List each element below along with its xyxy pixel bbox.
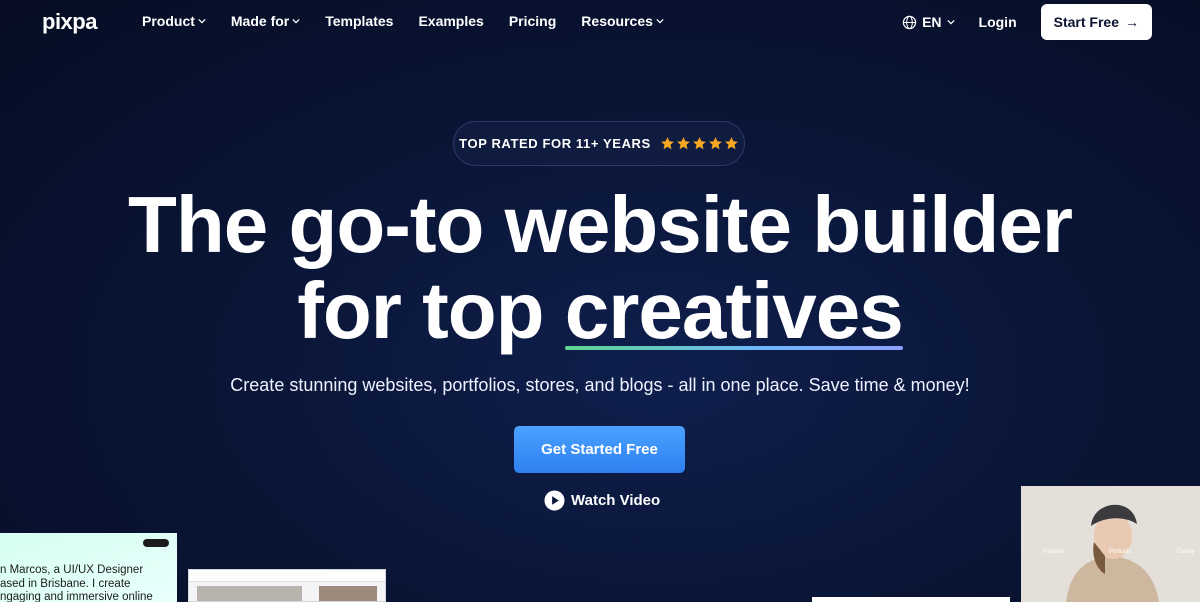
photographer-preview-card: Fashion Portraits Family <box>1021 486 1200 602</box>
category-tag: Family <box>1177 549 1195 555</box>
preview-text: n Marcos, a UI/UX Designer ased in Brisb… <box>0 564 153 602</box>
start-free-label: Start Free <box>1053 14 1119 30</box>
headline-highlight: creatives <box>564 266 904 355</box>
preview-browser-bar <box>189 570 385 582</box>
portfolio-preview-card: n Marcos, a UI/UX Designer ased in Brisb… <box>0 533 177 602</box>
watch-video-label: Watch Video <box>571 492 661 509</box>
menu-item-examples[interactable]: Examples <box>418 13 483 29</box>
portrait-image <box>1021 486 1200 602</box>
hero-headline: The go-to website builder for top creati… <box>0 182 1200 354</box>
cta-label: Get Started Free <box>541 441 658 458</box>
get-started-free-button[interactable]: Get Started Free <box>514 426 685 473</box>
menu-item-resources[interactable]: Resources <box>581 13 664 29</box>
menu-item-label: Resources <box>581 13 653 29</box>
login-link[interactable]: Login <box>979 14 1017 30</box>
main-menu: Product Made for Templates Examples Pric… <box>142 13 664 29</box>
preview-menu-pill <box>143 539 169 547</box>
preview-image <box>319 586 377 601</box>
headline-highlight-word: creatives <box>564 266 904 355</box>
menu-item-pricing[interactable]: Pricing <box>509 13 556 29</box>
menu-item-label: Made for <box>230 13 290 29</box>
pixpa-logo[interactable]: pixpa <box>42 9 97 35</box>
rating-stars <box>660 136 739 151</box>
hero-subtitle: Create stunning websites, portfolios, st… <box>230 375 970 395</box>
chevron-down-icon <box>198 18 206 24</box>
star-icon <box>692 137 706 150</box>
menu-item-label: Product <box>142 13 195 29</box>
preview-card-edge <box>812 597 1010 602</box>
chevron-down-icon <box>656 18 664 24</box>
preview-text-line: ngaging and immersive online <box>0 591 153 602</box>
chevron-down-icon <box>946 19 955 25</box>
globe-icon <box>902 15 917 29</box>
preview-text-line: n Marcos, a UI/UX Designer <box>0 564 144 576</box>
star-icon <box>676 137 690 150</box>
gradient-underline <box>564 346 903 350</box>
star-icon <box>660 137 674 150</box>
gallery-preview-card <box>188 569 386 602</box>
language-selector[interactable]: EN <box>902 14 955 30</box>
start-free-button[interactable]: Start Free → <box>1040 4 1152 40</box>
rating-badge: TOP RATED FOR 11+ YEARS <box>453 121 745 166</box>
star-icon <box>708 137 722 150</box>
nav-actions: EN Login Start Free → <box>902 4 1152 40</box>
category-tag: Fashion <box>1043 549 1065 555</box>
preview-image <box>197 586 302 601</box>
menu-item-made-for[interactable]: Made for <box>231 13 300 29</box>
menu-item-templates[interactable]: Templates <box>325 13 393 29</box>
menu-item-product[interactable]: Product <box>142 13 206 29</box>
top-navigation: pixpa Product Made for Templates Example… <box>0 0 1200 44</box>
headline-line-1: The go-to website builder <box>128 180 1073 269</box>
preview-text-line: ased in Brisbane. I create <box>0 577 131 590</box>
arrow-right-icon: → <box>1125 14 1139 30</box>
menu-item-label: Templates <box>325 13 394 29</box>
menu-item-label: Examples <box>418 13 484 29</box>
star-icon <box>724 137 738 150</box>
category-tag: Portraits <box>1109 549 1132 555</box>
language-label: EN <box>922 14 942 30</box>
play-icon <box>544 490 565 511</box>
headline-line-2-prefix: for top <box>297 266 565 355</box>
menu-item-label: Pricing <box>508 13 557 29</box>
rating-badge-text: TOP RATED FOR 11+ YEARS <box>459 136 651 151</box>
chevron-down-icon <box>292 18 300 24</box>
watch-video-link[interactable]: Watch Video <box>544 490 660 511</box>
